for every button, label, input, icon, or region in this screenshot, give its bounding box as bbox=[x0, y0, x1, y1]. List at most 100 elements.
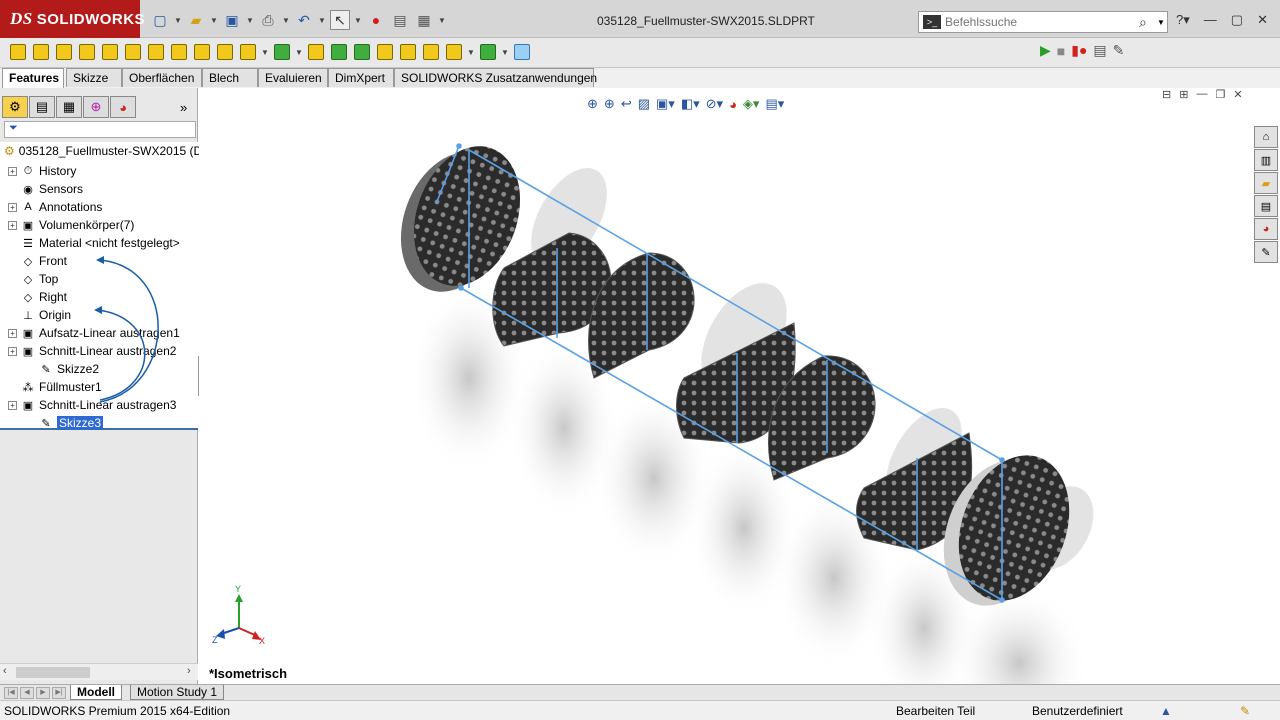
swept-cut-icon[interactable] bbox=[192, 41, 212, 63]
feature-manager-tab-icon[interactable]: ⚙ bbox=[2, 96, 28, 118]
shell-icon[interactable] bbox=[352, 41, 372, 63]
search-icon[interactable]: ⌕ bbox=[1139, 14, 1157, 31]
curves-dropdown-icon[interactable]: ▼ bbox=[501, 41, 509, 63]
expand-toggle-icon[interactable]: + bbox=[8, 202, 17, 212]
units-arrow-icon[interactable]: ▲ bbox=[1160, 704, 1172, 718]
save-icon[interactable]: ▣ bbox=[222, 10, 242, 30]
revolved-cut-icon[interactable] bbox=[169, 41, 189, 63]
save-dropdown-icon[interactable]: ▼ bbox=[246, 16, 254, 25]
quick-tips-icon[interactable]: ✎ bbox=[1240, 704, 1250, 718]
reference-dropdown-icon[interactable]: ▼ bbox=[467, 41, 475, 63]
search-dropdown-icon[interactable]: ▼ bbox=[1157, 18, 1167, 27]
fillet-dropdown-icon[interactable]: ▼ bbox=[261, 41, 269, 63]
file-explorer-icon[interactable]: ▰ bbox=[1254, 172, 1278, 194]
tree-node[interactable]: + ▣ Volumenkörper(7) bbox=[8, 216, 134, 234]
design-library-icon[interactable]: ▥ bbox=[1254, 149, 1278, 171]
open-dropdown-icon[interactable]: ▼ bbox=[210, 16, 218, 25]
revolved-boss-icon[interactable] bbox=[31, 41, 51, 63]
swept-boss-icon[interactable] bbox=[54, 41, 74, 63]
tree-node[interactable]: + A Annotations bbox=[8, 198, 102, 216]
minimize-icon[interactable]: — bbox=[1204, 12, 1217, 28]
tree-root[interactable]: ⚙ 035128_Fuellmuster-SWX2015 (D bbox=[4, 144, 202, 158]
next-tab-icon[interactable]: ▶ bbox=[36, 687, 50, 699]
scroll-right-icon[interactable]: › bbox=[187, 665, 191, 677]
draft-icon[interactable] bbox=[329, 41, 349, 63]
run-macro-icon[interactable]: ▶ bbox=[1040, 42, 1051, 59]
status-units[interactable]: Benutzerdefiniert bbox=[1032, 704, 1123, 718]
tab-addins[interactable]: SOLIDWORKS Zusatzanwendungen bbox=[394, 68, 597, 87]
undo-dropdown-icon[interactable]: ▼ bbox=[318, 16, 326, 25]
options-icon[interactable]: ▦ bbox=[414, 10, 434, 30]
property-manager-tab-icon[interactable]: ▤ bbox=[29, 96, 55, 118]
close-icon[interactable]: ✕ bbox=[1257, 12, 1268, 28]
file-properties-icon[interactable]: ▤ bbox=[390, 10, 410, 30]
command-search[interactable]: >_ ⌕ ▼ bbox=[918, 11, 1168, 33]
command-search-input[interactable] bbox=[945, 15, 1139, 29]
tab-features[interactable]: Features bbox=[2, 68, 64, 88]
prev-tab-icon[interactable]: ◀ bbox=[20, 687, 34, 699]
tree-node[interactable]: + ⏱ History bbox=[8, 162, 76, 180]
extruded-cut-icon[interactable] bbox=[123, 41, 143, 63]
tab-dimxpert[interactable]: DimXpert bbox=[328, 68, 394, 87]
manager-tabs: ⚙ ▤ ▦ ⊕ ◕ bbox=[2, 96, 136, 120]
linear-pattern-icon[interactable] bbox=[272, 41, 292, 63]
pattern-dropdown-icon[interactable]: ▼ bbox=[295, 41, 303, 63]
tab-sheet-metal[interactable]: Blech bbox=[202, 68, 258, 87]
tree-hscrollbar[interactable]: ‹ › bbox=[0, 663, 198, 680]
options-dropdown-icon[interactable]: ▼ bbox=[438, 16, 446, 25]
instant3d-icon[interactable] bbox=[512, 41, 532, 63]
solidworks-resources-icon[interactable]: ⌂ bbox=[1254, 126, 1278, 148]
stop-macro-icon[interactable]: ■ bbox=[1057, 43, 1065, 59]
print-dropdown-icon[interactable]: ▼ bbox=[282, 16, 290, 25]
display-manager-tab-icon[interactable]: ◕ bbox=[110, 96, 136, 118]
record-macro-icon[interactable]: ▮● bbox=[1071, 42, 1087, 59]
lofted-cut-icon[interactable] bbox=[215, 41, 235, 63]
scroll-left-icon[interactable]: ‹ bbox=[3, 665, 7, 677]
restore-icon[interactable]: ▢ bbox=[1231, 12, 1243, 28]
tab-model[interactable]: Modell bbox=[70, 685, 122, 700]
curves-icon[interactable] bbox=[478, 41, 498, 63]
tree-node[interactable]: ◉ Sensors bbox=[8, 180, 83, 198]
open-folder-icon[interactable]: ▰ bbox=[186, 10, 206, 30]
help-icon[interactable]: ?▾ bbox=[1176, 12, 1190, 28]
extruded-boss-icon[interactable] bbox=[8, 41, 28, 63]
first-tab-icon[interactable]: |◀ bbox=[4, 687, 18, 699]
hole-wizard-icon[interactable] bbox=[146, 41, 166, 63]
last-tab-icon[interactable]: ▶| bbox=[52, 687, 66, 699]
new-document-icon[interactable]: ▢ bbox=[150, 10, 170, 30]
solidworks-logo[interactable]: DS SOLIDWORKS bbox=[0, 0, 145, 38]
expand-toggle-icon[interactable]: + bbox=[8, 166, 17, 176]
undo-icon[interactable]: ↶ bbox=[294, 10, 314, 30]
rebuild-traffic-light-icon[interactable]: ● bbox=[366, 10, 386, 30]
mirror-icon[interactable] bbox=[421, 41, 441, 63]
boundary-boss-icon[interactable] bbox=[100, 41, 120, 63]
expand-toggle-icon[interactable]: + bbox=[8, 220, 17, 230]
intersect-icon[interactable] bbox=[398, 41, 418, 63]
tab-sketch[interactable]: Skizze bbox=[66, 68, 122, 87]
new-macro-icon[interactable]: ▤ bbox=[1093, 42, 1106, 59]
rib-icon[interactable] bbox=[306, 41, 326, 63]
tree-filter[interactable]: ⏷ bbox=[4, 121, 196, 138]
select-pointer-icon[interactable]: ↖ bbox=[330, 10, 350, 30]
fillet-icon[interactable] bbox=[238, 41, 258, 63]
more-tabs-icon[interactable]: » bbox=[180, 100, 187, 115]
tab-evaluate[interactable]: Evaluieren bbox=[258, 68, 328, 87]
view-palette-icon[interactable]: ▤ bbox=[1254, 195, 1278, 217]
part-icon: ⚙ bbox=[4, 144, 15, 158]
lofted-boss-icon[interactable] bbox=[77, 41, 97, 63]
dimxpert-manager-tab-icon[interactable]: ⊕ bbox=[83, 96, 109, 118]
graphics-area[interactable]: ⊕ ⊕ ↩ ▨ ▣▾ ◧▾ ⊘▾ ◕ ◈▾ ▤▾ ⊟ ⊞ — ❐ ✕ Y X Z… bbox=[199, 88, 1254, 684]
configuration-manager-tab-icon[interactable]: ▦ bbox=[56, 96, 82, 118]
custom-properties-icon[interactable]: ✎ bbox=[1254, 241, 1278, 263]
select-dropdown-icon[interactable]: ▼ bbox=[354, 16, 362, 25]
print-icon[interactable]: ⎙ bbox=[258, 10, 278, 30]
appearances-icon[interactable]: ◕ bbox=[1254, 218, 1278, 240]
wrap-icon[interactable] bbox=[375, 41, 395, 63]
new-dropdown-icon[interactable]: ▼ bbox=[174, 16, 182, 25]
reference-geometry-icon[interactable] bbox=[444, 41, 464, 63]
tab-surfaces[interactable]: Oberflächen bbox=[122, 68, 202, 87]
tab-motion-study[interactable]: Motion Study 1 bbox=[130, 685, 225, 700]
scroll-thumb[interactable] bbox=[16, 667, 90, 678]
model-view[interactable]: Y X Z bbox=[199, 88, 1254, 684]
edit-macro-icon[interactable]: ✎ bbox=[1113, 42, 1125, 59]
